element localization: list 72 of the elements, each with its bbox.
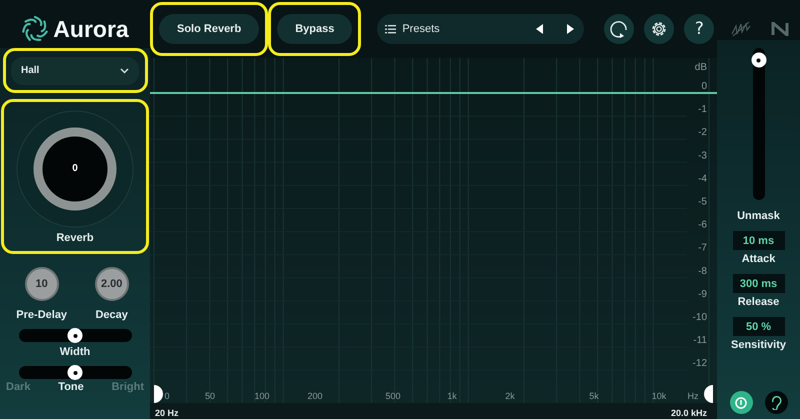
axis-label: 0	[164, 391, 170, 401]
value-field[interactable]: 50 %	[732, 317, 784, 336]
knob-value: 2.00	[100, 278, 122, 290]
axis-label: -1	[698, 104, 707, 116]
slider-label: Unmask	[737, 210, 780, 222]
range-start: 20 Hz	[155, 408, 179, 418]
listen-button[interactable]	[764, 391, 788, 414]
field-label: Release	[738, 296, 780, 308]
knob-value: 10	[36, 278, 48, 290]
axis-label: -9	[698, 288, 707, 300]
knob-value: 0	[72, 163, 78, 174]
range-handle[interactable]	[704, 385, 713, 403]
knob-label: Decay	[95, 309, 128, 321]
axis-label: 200	[307, 391, 323, 401]
value-field[interactable]: 300 ms	[732, 274, 784, 293]
axis-label: 50	[205, 391, 215, 401]
axis-label: -6	[698, 220, 707, 231]
axis-unit: dB	[694, 62, 707, 73]
axis-label: -12	[692, 358, 707, 370]
knob[interactable]: 0	[16, 110, 134, 228]
axis-label: 1k	[447, 391, 457, 401]
axis-label: -8	[698, 266, 707, 277]
next-icon[interactable]	[566, 23, 576, 35]
axis-label: -7	[698, 242, 707, 254]
axis-label: 500	[385, 391, 401, 401]
axis-label: -3	[698, 150, 707, 162]
axis-label: 100	[254, 391, 270, 401]
axis-label: 0	[701, 81, 707, 92]
unmask-slider[interactable]	[752, 48, 764, 200]
field-label: Attack	[742, 253, 776, 265]
help-button[interactable]: ?	[684, 14, 714, 44]
app-name: Aurora	[53, 16, 129, 42]
axis-label: 10k	[652, 391, 666, 401]
slider-label: Tone	[58, 381, 84, 393]
knob-label: Pre-Delay	[16, 309, 68, 321]
list-icon	[385, 24, 396, 34]
toolbar-button[interactable]: Bypass	[277, 14, 352, 44]
axis-label: -2	[698, 127, 707, 138]
field-label: Sensitivity	[730, 339, 786, 351]
knob-label: Reverb	[56, 232, 94, 244]
reset-button[interactable]	[604, 14, 634, 44]
squiggle-icon	[730, 20, 752, 38]
chevron-icon	[120, 68, 129, 74]
toolbar-button[interactable]: Solo Reverb	[159, 14, 260, 44]
ear-icon	[770, 396, 782, 410]
range-label: Bright	[112, 381, 144, 393]
circular-arrow-icon	[609, 19, 630, 39]
axis-label: -11	[693, 335, 707, 346]
slider-thumb[interactable]	[751, 52, 766, 68]
power-button[interactable]	[730, 391, 752, 414]
axis-label: 5k	[589, 391, 599, 401]
slider-thumb[interactable]	[68, 365, 82, 380]
range-end: 20.0 kHz	[670, 408, 707, 418]
axis-label: 2k	[505, 391, 515, 401]
slider-label: Width	[60, 346, 90, 358]
power-icon	[735, 396, 747, 408]
range-handle[interactable]	[154, 385, 163, 403]
value-field[interactable]: 10 ms	[732, 231, 784, 250]
slider-thumb[interactable]	[68, 328, 82, 343]
axis-label: -10	[692, 312, 707, 323]
axis-label: Hz	[688, 391, 698, 401]
width-slider[interactable]	[18, 329, 132, 342]
axis-label: -4	[698, 173, 707, 184]
logo-icon	[21, 15, 50, 43]
settings-button[interactable]	[644, 14, 674, 44]
axis-label: -5	[698, 196, 707, 208]
presets-label[interactable]: Presets	[402, 23, 528, 35]
room-dropdown[interactable]: Hall	[11, 56, 139, 84]
n-logo-icon	[770, 22, 790, 36]
previous-icon[interactable]	[534, 23, 544, 35]
tone-slider[interactable]	[18, 366, 132, 379]
range-label: Dark	[6, 381, 30, 393]
